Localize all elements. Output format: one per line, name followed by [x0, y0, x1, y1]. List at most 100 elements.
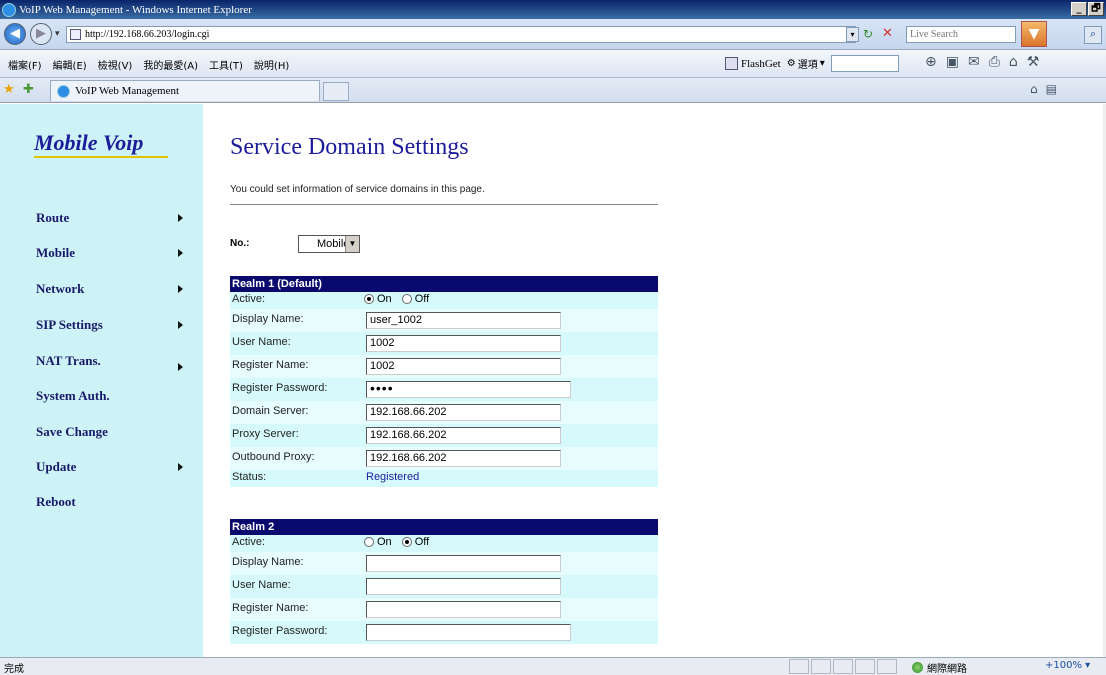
logo-underline	[34, 156, 168, 158]
stop-icon[interactable]: ✕	[882, 26, 898, 42]
realm1-proxy-server-row: Proxy Server: 192.168.66.202	[230, 424, 658, 447]
tab-bar: ★ ✚ VoIP Web Management ⌂ ▤	[0, 78, 1106, 103]
tab-voip-web-management[interactable]: VoIP Web Management	[50, 80, 320, 101]
realm2-active-on-radio[interactable]: On	[364, 536, 392, 548]
menu-file[interactable]: 檔案(F)	[8, 57, 42, 72]
realm2-register-name-row: Register Name:	[230, 598, 658, 621]
screenshot-icon[interactable]: ▣	[946, 54, 959, 70]
realm1-active-row: Active: On Off	[230, 292, 658, 309]
sidebar-item-system-auth[interactable]: System Auth.	[36, 388, 186, 408]
menu-tools[interactable]: 工具(T)	[209, 57, 243, 72]
realm1-proxy-server-field[interactable]: 192.168.66.202	[366, 427, 561, 444]
sidebar-item-save-change[interactable]: Save Change	[36, 424, 186, 444]
chevron-down-icon: ▼	[345, 236, 359, 252]
realm2-register-password-field[interactable]	[366, 624, 571, 641]
realm1-section: Realm 1 (Default) Active: On Off Display…	[230, 276, 658, 487]
realm1-register-password-field[interactable]: ••••	[366, 381, 571, 398]
realm1-register-password-row: Register Password: ••••	[230, 378, 658, 401]
menu-favorites[interactable]: 我的最愛(A)	[143, 57, 198, 72]
home-tab-icon[interactable]: ⌂	[1030, 82, 1038, 96]
back-button[interactable]: ◀	[4, 23, 26, 45]
options-button[interactable]: ⚙ 選項 ▾	[787, 56, 825, 71]
user-name-label: User Name:	[232, 579, 291, 591]
window-titlebar: VoIP Web Management - Windows Internet E…	[0, 0, 1106, 19]
page-icon	[70, 29, 81, 40]
submenu-arrow-icon	[178, 214, 183, 222]
favorites-star-icon[interactable]: ★	[3, 82, 15, 97]
feeds-icon[interactable]: ▤	[1046, 82, 1057, 96]
submenu-arrow-icon	[178, 463, 183, 471]
flashget-icon	[725, 57, 738, 70]
minimize-icon[interactable]: _	[1071, 2, 1087, 16]
toolbar-input[interactable]	[830, 55, 899, 72]
search-input[interactable]: Live Search	[906, 26, 1016, 43]
realm1-register-name-field[interactable]: 1002	[366, 358, 561, 375]
radio-on-label: On	[377, 536, 392, 548]
realm2-display-name-field[interactable]	[366, 555, 561, 572]
realm2-register-name-field[interactable]	[366, 601, 561, 618]
sidebar-item-mobile[interactable]: Mobile	[36, 245, 186, 265]
address-bar: ◀ ▶ ▾ http://192.168.66.203/login.cgi ▾ …	[0, 19, 1106, 50]
url-dropdown-icon[interactable]: ▾	[846, 27, 859, 42]
window-title: VoIP Web Management - Windows Internet E…	[19, 3, 252, 16]
tools-icon[interactable]: ⚒	[1027, 54, 1040, 70]
page-title: Service Domain Settings	[230, 134, 469, 160]
sidebar-item-label: Update	[36, 459, 77, 474]
refresh-icon[interactable]: ↻	[863, 27, 879, 43]
menu-help[interactable]: 說明(H)	[254, 57, 289, 72]
sidebar-item-route[interactable]: Route	[36, 210, 186, 230]
realm2-display-name-row: Display Name:	[230, 552, 658, 575]
chevron-down-icon: ▾	[819, 58, 825, 69]
status-pane	[855, 659, 875, 674]
home-icon[interactable]: ⌂	[1009, 54, 1018, 70]
sidebar: Mobile Voip Route Mobile Network SIP Set…	[0, 104, 203, 657]
mobile-number-select[interactable]: Mobile 1 ▼	[298, 235, 360, 253]
realm1-active-on-radio[interactable]: On	[364, 293, 392, 305]
zoom-icon[interactable]: ⊕	[925, 54, 937, 70]
history-dropdown-icon[interactable]: ▾	[55, 28, 60, 39]
mail-icon[interactable]: ✉	[968, 54, 980, 70]
globe-icon	[912, 662, 923, 673]
new-tab-button[interactable]	[323, 82, 349, 101]
realm2-active-off-radio[interactable]: Off	[401, 536, 429, 548]
restore-icon[interactable]: 🗗	[1088, 2, 1104, 16]
realm1-outbound-proxy-field[interactable]: 192.168.66.202	[366, 450, 561, 467]
sidebar-item-nat-trans[interactable]: NAT Trans.	[36, 353, 186, 373]
ie-logo-icon	[2, 2, 16, 17]
toolbar-logo-icon: ▼	[1021, 21, 1047, 47]
realm1-display-name-field[interactable]: user_1002	[366, 312, 561, 329]
realm1-active-off-radio[interactable]: Off	[401, 293, 429, 305]
menu-view[interactable]: 檢視(V)	[98, 57, 133, 72]
sidebar-item-label: NAT Trans.	[36, 353, 101, 368]
realm2-user-name-field[interactable]	[366, 578, 561, 595]
outbound-proxy-label: Outbound Proxy:	[232, 451, 315, 463]
tab-title: VoIP Web Management	[75, 85, 180, 97]
realm1-status-row: Status: Registered	[230, 470, 658, 487]
menu-edit[interactable]: 編輯(E)	[53, 57, 87, 72]
realm2-register-password-row: Register Password:	[230, 621, 658, 644]
realm1-outbound-proxy-row: Outbound Proxy: 192.168.66.202	[230, 447, 658, 470]
sidebar-item-sip-settings[interactable]: SIP Settings	[36, 317, 186, 337]
realm1-domain-server-field[interactable]: 192.168.66.202	[366, 404, 561, 421]
status-pane	[811, 659, 831, 674]
window-controls: _ 🗗	[1071, 2, 1104, 16]
status-text: 完成	[4, 664, 24, 675]
sidebar-item-network[interactable]: Network	[36, 281, 186, 301]
zoom-level[interactable]: +100% ▾	[1045, 660, 1090, 671]
sidebar-item-reboot[interactable]: Reboot	[36, 494, 186, 514]
url-input[interactable]: http://192.168.66.203/login.cgi	[66, 26, 856, 43]
security-zone[interactable]: 網際網路	[912, 660, 967, 675]
realm1-user-name-row: User Name: 1002	[230, 332, 658, 355]
display-name-label: Display Name:	[232, 556, 304, 568]
sidebar-item-update[interactable]: Update	[36, 459, 186, 479]
submenu-arrow-icon	[178, 321, 183, 329]
status-pane	[833, 659, 853, 674]
forward-button[interactable]: ▶	[30, 23, 52, 45]
add-favorite-icon[interactable]: ✚	[23, 82, 34, 97]
register-name-label: Register Name:	[232, 359, 309, 371]
realm1-user-name-field[interactable]: 1002	[366, 335, 561, 352]
search-icon[interactable]: ⌕	[1084, 26, 1102, 44]
flashget-button[interactable]: FlashGet	[725, 57, 781, 70]
radio-unselected-icon	[364, 537, 374, 547]
print-icon[interactable]: ⎙	[989, 54, 1000, 70]
